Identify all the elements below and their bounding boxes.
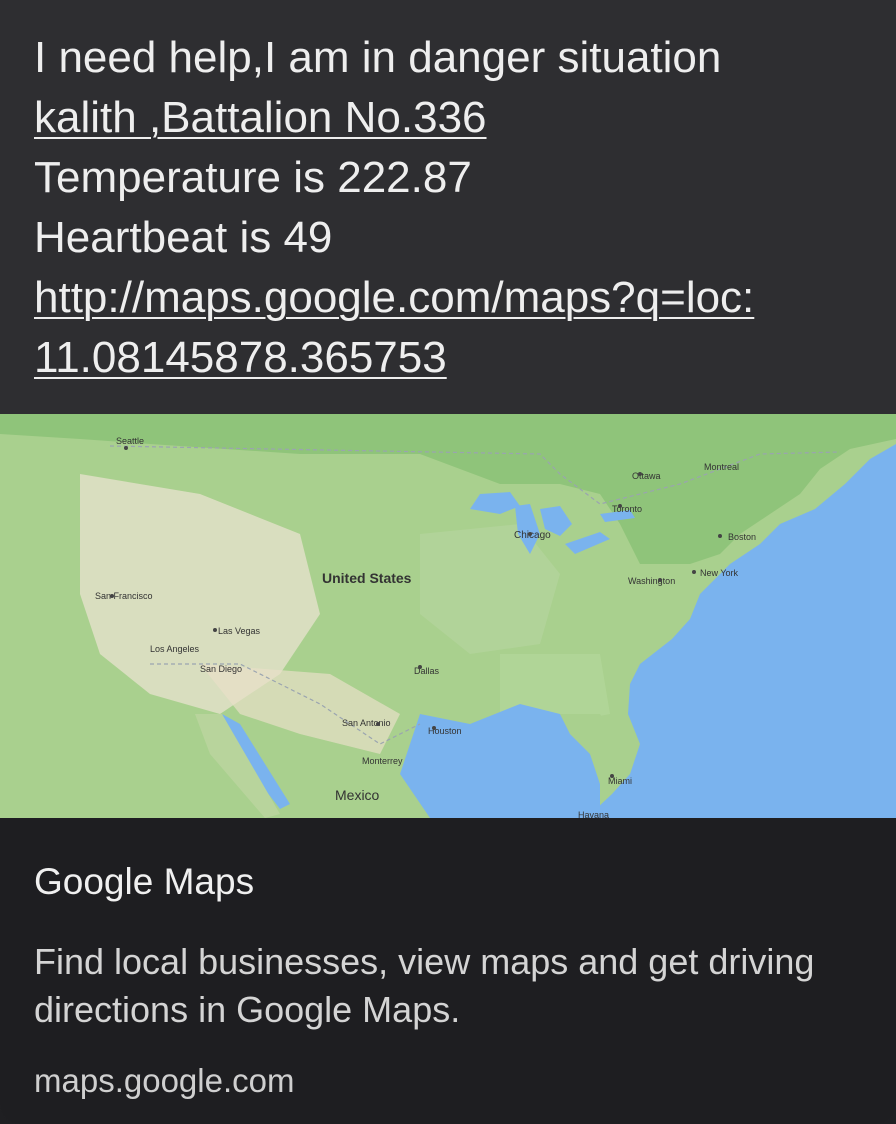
map-city-new-york: New York xyxy=(700,568,739,578)
message-line-2[interactable]: kalith ,Battalion No.336 xyxy=(34,88,862,148)
map-city-boston: Boston xyxy=(728,532,756,542)
map-city-montreal: Montreal xyxy=(704,462,739,472)
message-line-3: Temperature is 222.87 xyxy=(34,153,472,202)
map-image: Seattle San Francisco Las Vegas Los Ange… xyxy=(0,414,896,818)
message-line-4: Heartbeat is 49 xyxy=(34,213,333,262)
map-city-las-vegas: Las Vegas xyxy=(218,626,261,636)
link-preview-title: Google Maps xyxy=(34,861,255,902)
map-city-monterrey: Monterrey xyxy=(362,756,403,766)
map-city-san-antonio: San Antonio xyxy=(342,718,391,728)
map-city-san-francisco: San Francisco xyxy=(95,591,153,601)
maps-link-line-2[interactable]: 11.08145878.365753 xyxy=(34,328,862,388)
map-city-toronto: Toronto xyxy=(612,504,642,514)
map-country-united-states: United States xyxy=(322,570,412,586)
map-city-ottawa: Ottawa xyxy=(632,471,661,481)
map-city-havana: Havana xyxy=(578,810,609,818)
map-thumbnail[interactable]: Seattle San Francisco Las Vegas Los Ange… xyxy=(0,414,896,818)
message-bubble: I need help,I am in danger situation kal… xyxy=(0,0,896,1124)
link-preview-domain: maps.google.com xyxy=(34,1062,295,1099)
map-city-seattle: Seattle xyxy=(116,436,144,446)
link-preview-description: Find local businesses, view maps and get… xyxy=(34,941,815,1030)
message-line-1: I need help,I am in danger situation xyxy=(34,33,722,82)
map-city-washington: Washington xyxy=(628,576,675,586)
map-city-chicago: Chicago xyxy=(514,530,551,541)
map-city-los-angeles: Los Angeles xyxy=(150,644,200,654)
map-city-dallas: Dallas xyxy=(414,666,440,676)
message-text: I need help,I am in danger situation kal… xyxy=(0,0,896,414)
maps-link-line-1[interactable]: http://maps.google.com/maps?q=loc: xyxy=(34,268,862,328)
map-country-mexico: Mexico xyxy=(335,787,380,803)
link-preview-card[interactable]: Google Maps Find local businesses, view … xyxy=(0,818,896,1124)
map-city-san-diego: San Diego xyxy=(200,664,242,674)
